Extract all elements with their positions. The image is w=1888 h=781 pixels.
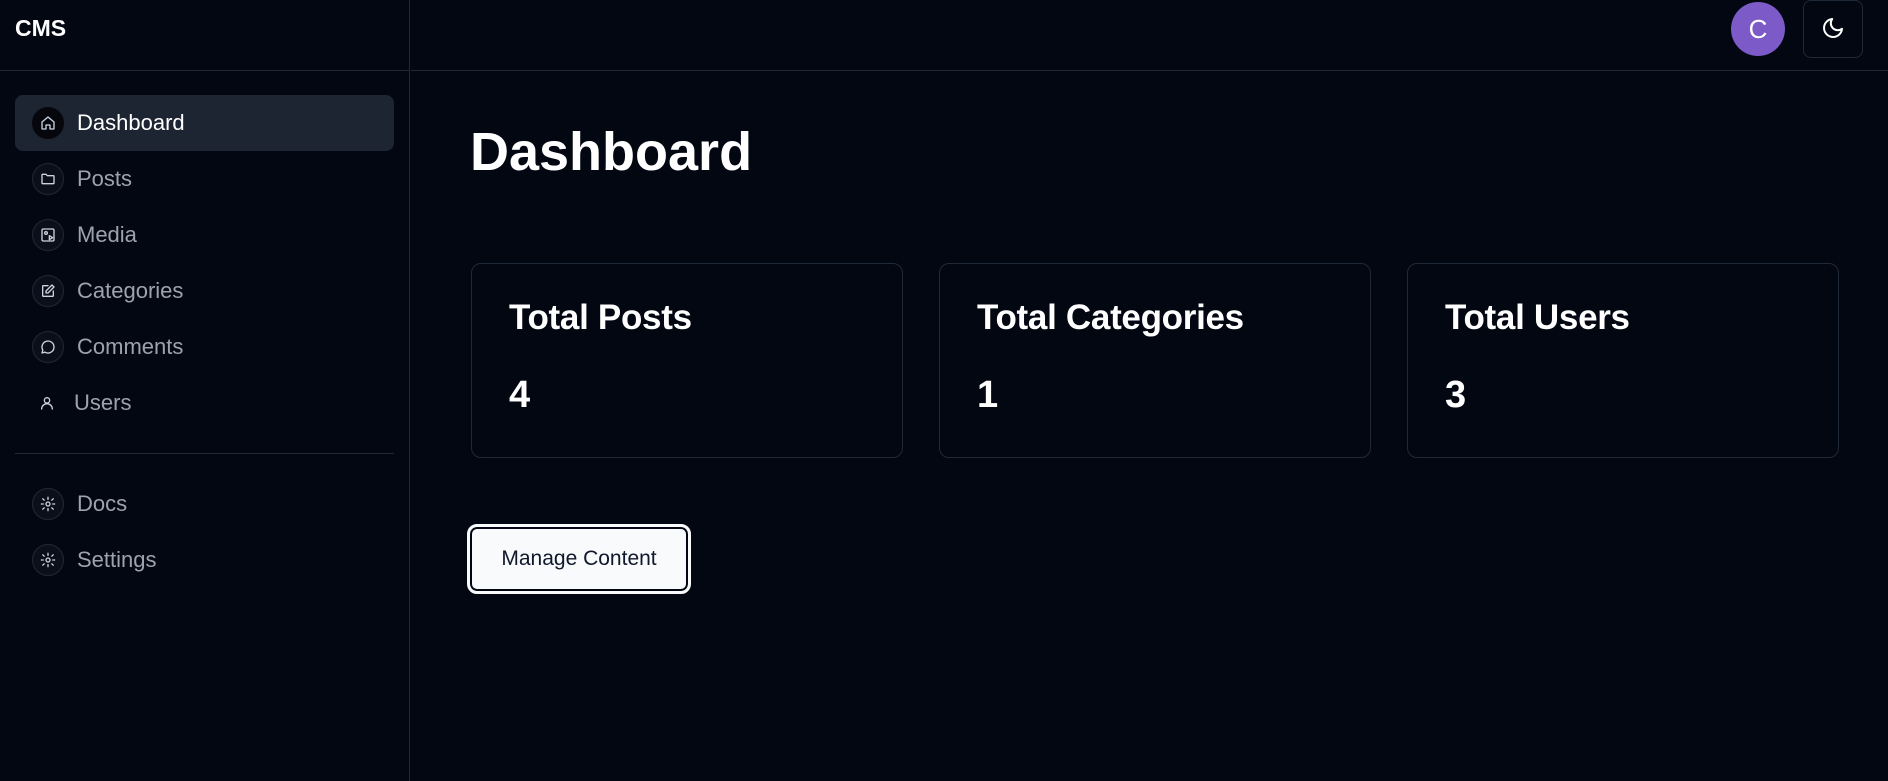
app-root: CMS Dashboard Posts Media Categories Com… xyxy=(0,0,1888,781)
sidebar-item-label: Media xyxy=(77,222,137,247)
stat-card-total-posts: Total Posts 4 xyxy=(471,263,903,458)
stat-card-value: 4 xyxy=(509,374,531,416)
sidebar-item-label: Settings xyxy=(77,547,157,572)
stat-card-value: 1 xyxy=(977,374,999,416)
main-content: Dashboard Total Posts 4 Total Categories… xyxy=(467,120,1839,594)
brand-logo[interactable]: CMS xyxy=(0,0,409,71)
sidebar-item-users[interactable]: Users xyxy=(15,375,394,431)
sidebar-item-settings[interactable]: Settings xyxy=(15,532,394,588)
sidebar-item-categories[interactable]: Categories xyxy=(15,263,394,319)
sidebar-item-label: Dashboard xyxy=(77,110,185,135)
edit-square-icon xyxy=(32,275,64,307)
image-play-icon xyxy=(32,219,64,251)
sidebar-divider xyxy=(15,453,394,454)
page-title: Dashboard xyxy=(470,122,753,182)
sidebar-item-label: Comments xyxy=(77,334,184,359)
moon-icon xyxy=(1821,16,1845,43)
stat-card-total-categories: Total Categories 1 xyxy=(939,263,1371,458)
sidebar-item-dashboard[interactable]: Dashboard xyxy=(15,95,394,151)
sidebar-item-label: Posts xyxy=(77,166,133,191)
sidebar: CMS Dashboard Posts Media Categories Com… xyxy=(0,0,410,781)
sidebar-item-label: Categories xyxy=(77,278,184,303)
stats-cards: Total Posts 4 Total Categories 1 Total U… xyxy=(471,263,1839,458)
sidebar-nav: Dashboard Posts Media Categories Comment… xyxy=(0,71,409,588)
manage-content-button[interactable]: Manage Content xyxy=(467,524,691,594)
message-circle-icon xyxy=(32,331,64,363)
stat-card-title: Total Users xyxy=(1445,298,1630,337)
theme-toggle-button[interactable] xyxy=(1803,0,1863,58)
stat-card-total-users: Total Users 3 xyxy=(1407,263,1839,458)
gear-icon xyxy=(32,488,64,520)
folder-icon xyxy=(32,163,64,195)
avatar[interactable]: C xyxy=(1731,2,1785,56)
user-icon xyxy=(32,387,62,419)
stat-card-value: 3 xyxy=(1445,374,1467,416)
home-icon xyxy=(32,107,64,139)
top-header xyxy=(411,0,1888,71)
stat-card-title: Total Categories xyxy=(977,298,1244,337)
sidebar-item-label: Users xyxy=(74,390,132,415)
sidebar-item-docs[interactable]: Docs xyxy=(15,476,394,532)
stat-card-title: Total Posts xyxy=(509,298,692,337)
sidebar-item-media[interactable]: Media xyxy=(15,207,394,263)
sidebar-item-comments[interactable]: Comments xyxy=(15,319,394,375)
gear-icon xyxy=(32,544,64,576)
sidebar-item-label: Docs xyxy=(77,491,128,516)
sidebar-item-posts[interactable]: Posts xyxy=(15,151,394,207)
